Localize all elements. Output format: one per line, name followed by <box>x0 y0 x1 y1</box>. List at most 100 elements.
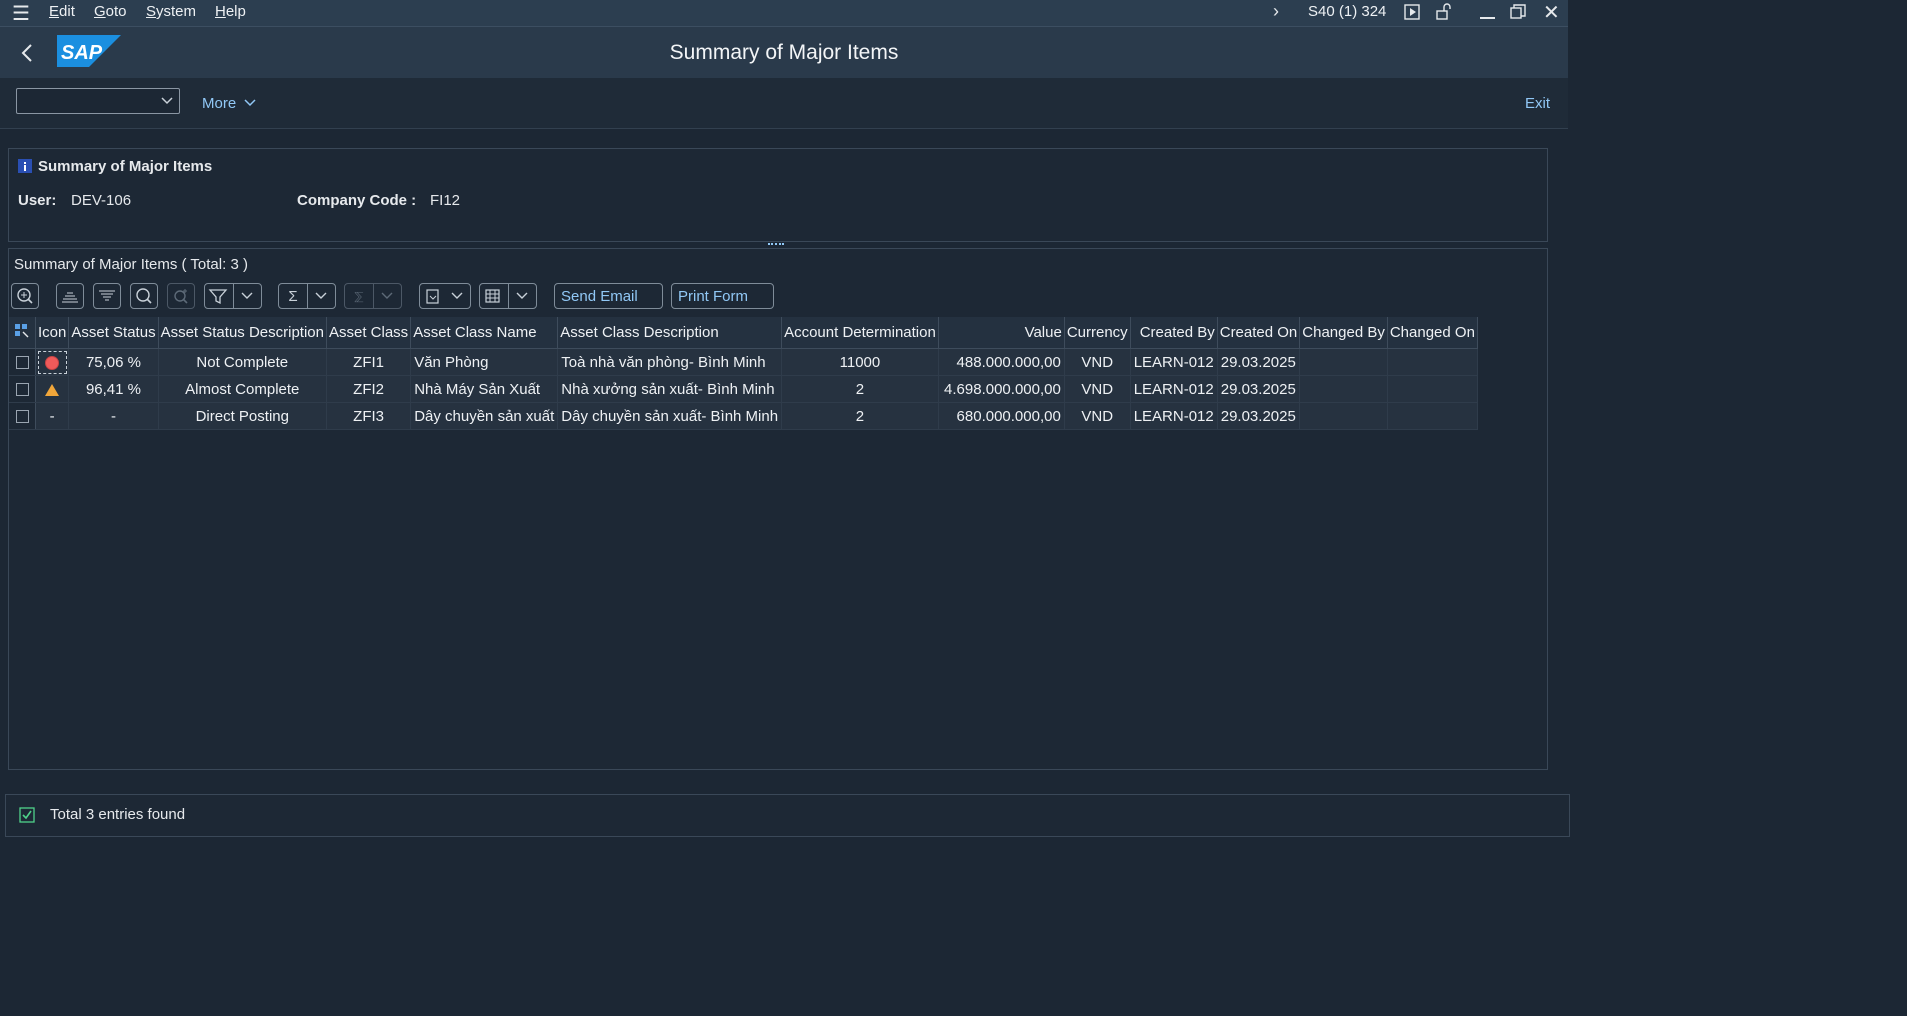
currency-cell[interactable]: VND <box>1064 375 1131 403</box>
select-all-icon[interactable] <box>14 323 30 339</box>
success-check-icon <box>19 807 35 823</box>
chevron-right-icon[interactable]: › <box>1273 1 1279 22</box>
sort-descending-button[interactable] <box>93 283 121 309</box>
changed-on-cell[interactable] <box>1387 348 1478 376</box>
splitter-handle[interactable] <box>768 243 784 247</box>
account-determination-cell[interactable]: 2 <box>781 402 939 430</box>
column-header-created-by[interactable]: Created By <box>1130 317 1218 349</box>
column-header-icon[interactable]: Icon <box>35 317 70 349</box>
asset-status-description-cell[interactable]: Direct Posting <box>158 402 327 430</box>
asset-status-cell[interactable]: - <box>68 402 159 430</box>
red-circle-icon <box>45 355 60 370</box>
status-icon-cell[interactable]: - <box>35 402 70 430</box>
restore-icon[interactable] <box>1510 4 1526 20</box>
created-on-cell[interactable]: 29.03.2025 <box>1217 348 1301 376</box>
value-cell[interactable]: 4.698.000.000,00 <box>938 375 1065 403</box>
menu-help[interactable]: Help <box>215 3 246 20</box>
created-by-cell[interactable]: LEARN-012 <box>1130 375 1218 403</box>
row-checkbox[interactable] <box>15 383 29 397</box>
print-form-button[interactable]: Print Form <box>671 283 774 309</box>
value-cell[interactable]: 488.000.000,00 <box>938 348 1065 376</box>
find-next-button[interactable] <box>167 283 195 309</box>
more-button[interactable]: More <box>202 95 258 112</box>
created-on-cell[interactable]: 29.03.2025 <box>1217 402 1301 430</box>
sort-ascending-button[interactable] <box>56 283 84 309</box>
created-by-cell[interactable]: LEARN-012 <box>1130 402 1218 430</box>
table-row[interactable]: 96,41 % Almost Complete ZFI2 Nhà Máy Sản… <box>9 375 1478 403</box>
column-header-asset-status[interactable]: Asset Status <box>68 317 159 349</box>
changed-by-cell[interactable] <box>1299 375 1388 403</box>
account-determination-cell[interactable]: 2 <box>781 375 939 403</box>
column-header-currency[interactable]: Currency <box>1064 317 1131 349</box>
changed-on-cell[interactable] <box>1387 375 1478 403</box>
asset-class-name-cell[interactable]: Văn Phòng <box>410 348 559 376</box>
table-row[interactable]: - - Direct Posting ZFI3 Dây chuyền sản x… <box>9 402 1478 430</box>
play-icon[interactable] <box>1404 4 1420 20</box>
details-button[interactable] <box>11 283 39 309</box>
row-select-cell[interactable] <box>9 348 36 376</box>
created-by-cell[interactable]: LEARN-012 <box>1130 348 1218 376</box>
chevron-down-icon <box>244 99 256 107</box>
asset-class-cell[interactable]: ZFI1 <box>326 348 412 376</box>
unlock-icon[interactable] <box>1435 3 1453 21</box>
column-header-asset-class-description[interactable]: Asset Class Description <box>557 317 783 349</box>
menu-goto[interactable]: Goto <box>94 3 127 20</box>
select-all-cell[interactable] <box>9 317 36 349</box>
status-icon-cell[interactable] <box>35 348 70 376</box>
column-header-asset-class-name[interactable]: Asset Class Name <box>410 317 559 349</box>
value-cell[interactable]: 680.000.000,00 <box>938 402 1065 430</box>
menu-system[interactable]: System <box>146 3 196 20</box>
variant-dropdown[interactable] <box>16 88 180 114</box>
subtotal-button[interactable]: ⅀ <box>344 283 402 309</box>
export-button[interactable] <box>419 283 471 309</box>
close-icon[interactable]: ✕ <box>1543 0 1560 25</box>
minimize-icon[interactable] <box>1480 17 1495 19</box>
table-row[interactable]: 75,06 % Not Complete ZFI1 Văn Phòng Toà … <box>9 348 1478 376</box>
column-header-asset-class[interactable]: Asset Class <box>326 317 412 349</box>
created-on-cell[interactable]: 29.03.2025 <box>1217 375 1301 403</box>
changed-by-cell[interactable] <box>1299 402 1388 430</box>
send-email-button[interactable]: Send Email <box>554 283 663 309</box>
row-select-cell[interactable] <box>9 375 36 403</box>
menu-help-mnemonic: H <box>215 3 226 20</box>
asset-status-cell[interactable]: 96,41 % <box>68 375 159 403</box>
currency-cell[interactable]: VND <box>1064 348 1131 376</box>
asset-status-description-cell[interactable]: Almost Complete <box>158 375 327 403</box>
changed-by-cell[interactable] <box>1299 348 1388 376</box>
column-header-created-on[interactable]: Created On <box>1217 317 1301 349</box>
header-info-panel: Summary of Major Items User: DEV-106 Com… <box>8 148 1548 242</box>
row-checkbox[interactable] <box>15 410 29 424</box>
asset-class-name-cell[interactable]: Dây chuyền sản xuất <box>410 402 559 430</box>
asset-class-cell[interactable]: ZFI3 <box>326 402 412 430</box>
row-select-cell[interactable] <box>9 402 36 430</box>
alv-grid-table: Icon Asset Status Asset Status Descripti… <box>9 317 1478 430</box>
row-checkbox[interactable] <box>15 356 29 370</box>
column-header-asset-status-description[interactable]: Asset Status Description <box>158 317 327 349</box>
total-button[interactable]: Σ <box>278 283 336 309</box>
filter-icon <box>208 289 228 305</box>
column-header-value[interactable]: Value <box>938 317 1065 349</box>
info-icon <box>18 159 32 173</box>
asset-class-description-cell[interactable]: Dây chuyền sản xuất- Bình Minh <box>557 402 783 430</box>
currency-cell[interactable]: VND <box>1064 402 1131 430</box>
changed-on-cell[interactable] <box>1387 402 1478 430</box>
asset-class-description-cell[interactable]: Toà nhà văn phòng- Bình Minh <box>557 348 783 376</box>
column-header-account-determination[interactable]: Account Determination <box>781 317 939 349</box>
account-determination-cell[interactable]: 11000 <box>781 348 939 376</box>
asset-status-cell[interactable]: 75,06 % <box>68 348 159 376</box>
column-header-changed-on[interactable]: Changed On <box>1387 317 1478 349</box>
subtotal-icon: ⅀ <box>354 290 364 303</box>
asset-status-description-cell[interactable]: Not Complete <box>158 348 327 376</box>
column-header-changed-by[interactable]: Changed By <box>1299 317 1388 349</box>
asset-class-name-cell[interactable]: Nhà Máy Sản Xuất <box>410 375 559 403</box>
menu-edit[interactable]: Edit <box>49 3 75 20</box>
asset-class-cell[interactable]: ZFI2 <box>326 375 412 403</box>
asset-class-description-cell[interactable]: Nhà xưởng sản xuất- Bình Minh <box>557 375 783 403</box>
hamburger-menu-icon[interactable]: ☰ <box>12 1 30 26</box>
layout-button[interactable] <box>479 283 537 309</box>
exit-button[interactable]: Exit <box>1525 95 1550 112</box>
filter-button[interactable] <box>204 283 262 309</box>
find-button[interactable] <box>130 283 158 309</box>
status-icon-cell[interactable] <box>35 375 70 403</box>
alv-grid-panel: Summary of Major Items ( Total: 3 ) Σ ⅀ <box>8 248 1548 770</box>
